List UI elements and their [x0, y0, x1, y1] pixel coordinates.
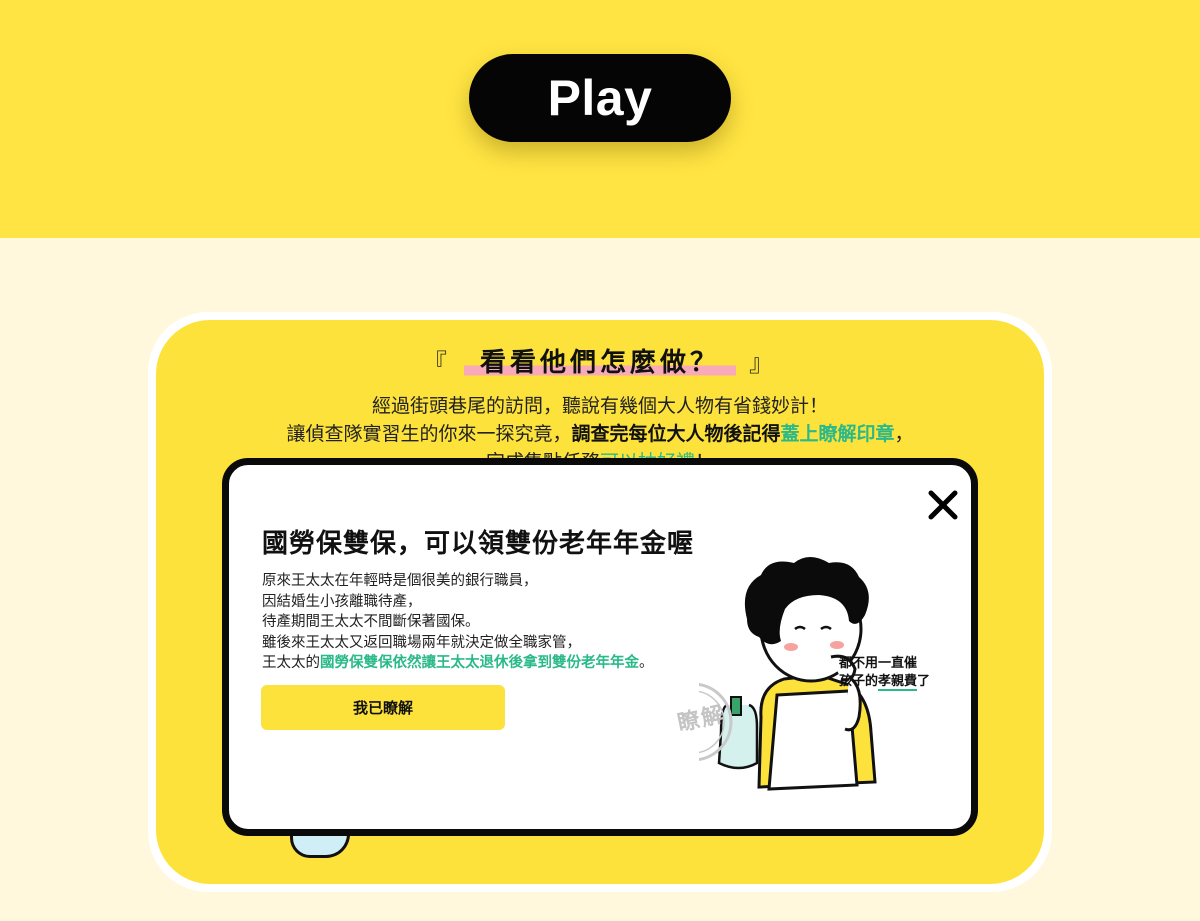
intro-line-2: 讓偵查隊實習生的你來一探究竟，調查完每位大人物後記得蓋上瞭解印章， [156, 420, 1044, 448]
understood-button[interactable]: 我已瞭解 [261, 685, 505, 730]
caption-underlined: 孝親費 [878, 674, 918, 691]
intro-line-1: 經過街頭巷尾的訪問，聽說有幾個大人物有省錢妙計！ [371, 395, 828, 417]
caption-line-1: 都不用一直催 [839, 656, 918, 671]
intro-text: 讓偵查隊實習生的你來一探究竟， [286, 423, 572, 445]
caption-line-2: 孩子的孝親費了 [839, 673, 930, 691]
heading-text: 看看他們怎麼做？ [463, 348, 736, 378]
body-line: 因結婚生小孩離職待產， [262, 593, 422, 610]
modal-title: 國勞保雙保，可以領雙份老年年金喔 [262, 529, 695, 559]
body-highlight: 國勞保雙保依然讓王太太退休後拿到雙份老年年金 [320, 655, 639, 672]
body-line: 原來王太太在年輕時是個很美的銀行職員， [262, 573, 538, 589]
play-button[interactable]: Play [469, 54, 731, 142]
heading-open-quote: 『 [422, 349, 451, 377]
body-line: 待產期間王太太不間斷保著國保。 [262, 614, 480, 631]
intro-comma: ， [894, 423, 914, 445]
body-period: 。 [639, 655, 654, 672]
info-modal: 國勞保雙保，可以領雙份老年年金喔 原來王太太在年輕時是個很美的銀行職員， 因結婚… [222, 458, 978, 836]
close-button[interactable] [923, 485, 963, 525]
body-line: 雖後來王太太又返回職場兩年就決定做全職家管， [262, 634, 581, 651]
intro-emphasis: 調查完每位大人物後記得 [571, 423, 781, 445]
body-text: 王太太的 [262, 655, 320, 672]
intro-highlight: 蓋上瞭解印章 [780, 423, 895, 445]
close-icon [928, 490, 958, 520]
heading-close-quote: 』 [749, 349, 778, 377]
modal-body: 原來王太太在年輕時是個很美的銀行職員， 因結婚生小孩離職待產， 待產期間王太太不… [262, 571, 702, 674]
section-heading: 『 看看他們怎麼做？ 』 [156, 342, 1044, 379]
body-line-last: 王太太的國勞保雙保依然讓王太太退休後拿到雙份老年年金。 [262, 653, 702, 674]
caption-text: 孩子的 [839, 674, 879, 689]
caption-end: 了 [917, 674, 931, 689]
speech-caption: 都不用一直催 孩子的孝親費了 [839, 655, 930, 691]
